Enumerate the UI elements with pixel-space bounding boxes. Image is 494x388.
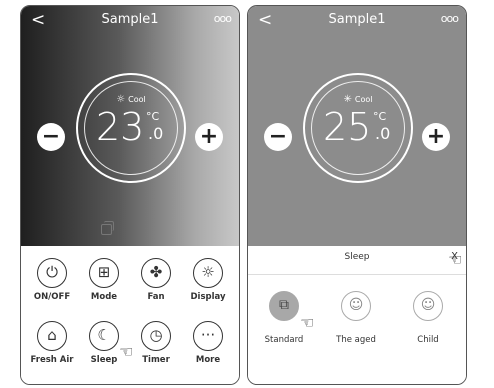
- sheet-title: Sleep: [344, 252, 370, 262]
- mode-icon: ⊞: [89, 258, 119, 288]
- mode-indicator: ✳ Cool: [305, 95, 411, 105]
- fresh-air-button[interactable]: ⌂ Fresh Air: [27, 321, 77, 365]
- standard-sleep-icon: ⧉: [269, 291, 299, 321]
- onoff-label: ON/OFF: [33, 292, 71, 302]
- left-phone-screen: < Sample1 ooo ☼ Cool 23 °C .0 − + ⏻ ON/OF…: [20, 5, 240, 385]
- copy-icon[interactable]: [101, 221, 114, 235]
- temperature-unit: °C: [146, 110, 160, 123]
- more-button[interactable]: ··· More: [183, 321, 233, 365]
- mode-label: Cool: [128, 95, 146, 104]
- power-icon: ⏻: [37, 258, 67, 288]
- more-icon: ···: [193, 321, 223, 351]
- pointing-hand-icon: ☜: [300, 313, 315, 332]
- temperature-value: 23: [96, 105, 145, 149]
- temperature-unit: °C: [373, 110, 387, 123]
- temperature-value: 25: [323, 105, 372, 149]
- temperature-decimal: .0: [375, 124, 391, 143]
- sleep-sheet-header: Sleep X: [248, 246, 466, 275]
- mode-label: Cool: [354, 95, 373, 104]
- temperature-dial: ✳ Cool 25 °C .0: [303, 73, 413, 183]
- fan-label: Fan: [147, 292, 165, 302]
- timer-icon: ◷: [141, 321, 171, 351]
- more-label: More: [195, 355, 221, 365]
- aged-face-icon: ☺: [341, 291, 371, 321]
- header: < Sample1 ooo: [248, 6, 466, 36]
- fan-button[interactable]: ✤ Fan: [131, 258, 181, 302]
- temperature-dial: ☼ Cool 23 °C .0: [76, 73, 186, 183]
- fresh-air-label: Fresh Air: [30, 355, 74, 365]
- pointing-hand-icon: ☜: [448, 250, 463, 269]
- more-dots-icon[interactable]: ooo: [214, 12, 232, 26]
- display-button[interactable]: ☼ Display: [183, 258, 233, 302]
- right-phone-screen: < Sample1 ooo ✳ Cool 25 °C .0 − + Sleep X…: [247, 5, 467, 385]
- temperature-decimal: .0: [148, 124, 164, 143]
- decrease-temp-button[interactable]: −: [264, 123, 292, 151]
- option-label: The aged: [336, 335, 376, 345]
- timer-button[interactable]: ◷ Timer: [131, 321, 181, 365]
- control-panel: < Sample1 ooo ✳ Cool 25 °C .0 − +: [248, 6, 466, 246]
- header: < Sample1 ooo: [21, 6, 239, 36]
- child-face-icon: ☺: [413, 291, 443, 321]
- display-label: Display: [190, 292, 226, 302]
- mode-indicator: ☼ Cool: [78, 95, 184, 105]
- function-buttons: ⏻ ON/OFF ⊞ Mode ✤ Fan ☼ Display ⌂ Fresh …: [21, 246, 239, 384]
- increase-temp-button[interactable]: +: [195, 123, 223, 151]
- option-label: Standard: [264, 335, 304, 345]
- option-label: Child: [417, 335, 439, 345]
- onoff-button[interactable]: ⏻ ON/OFF: [27, 258, 77, 302]
- sleep-option-child[interactable]: ☺ Child: [398, 291, 458, 345]
- device-title: Sample1: [328, 12, 386, 27]
- sleep-option-aged[interactable]: ☺ The aged: [326, 291, 386, 345]
- snowflake-icon: ✳: [343, 94, 352, 105]
- device-title: Sample1: [101, 12, 159, 27]
- pointing-hand-icon: ☜: [119, 342, 134, 361]
- home-icon: ⌂: [37, 321, 67, 351]
- mode-button[interactable]: ⊞ Mode: [79, 258, 129, 302]
- display-icon: ☼: [193, 258, 223, 288]
- mode-button-label: Mode: [90, 292, 118, 302]
- fan-icon: ✤: [141, 258, 171, 288]
- control-panel: < Sample1 ooo ☼ Cool 23 °C .0 − +: [21, 6, 239, 246]
- decrease-temp-button[interactable]: −: [37, 123, 65, 151]
- timer-label: Timer: [142, 355, 170, 365]
- sun-icon: ☼: [116, 94, 126, 105]
- more-dots-icon[interactable]: ooo: [441, 12, 459, 26]
- sleep-options: ⧉ Standard ☺ The aged ☺ Child ☜: [248, 275, 466, 384]
- increase-temp-button[interactable]: +: [422, 123, 450, 151]
- sleep-icon: ☾: [89, 321, 119, 351]
